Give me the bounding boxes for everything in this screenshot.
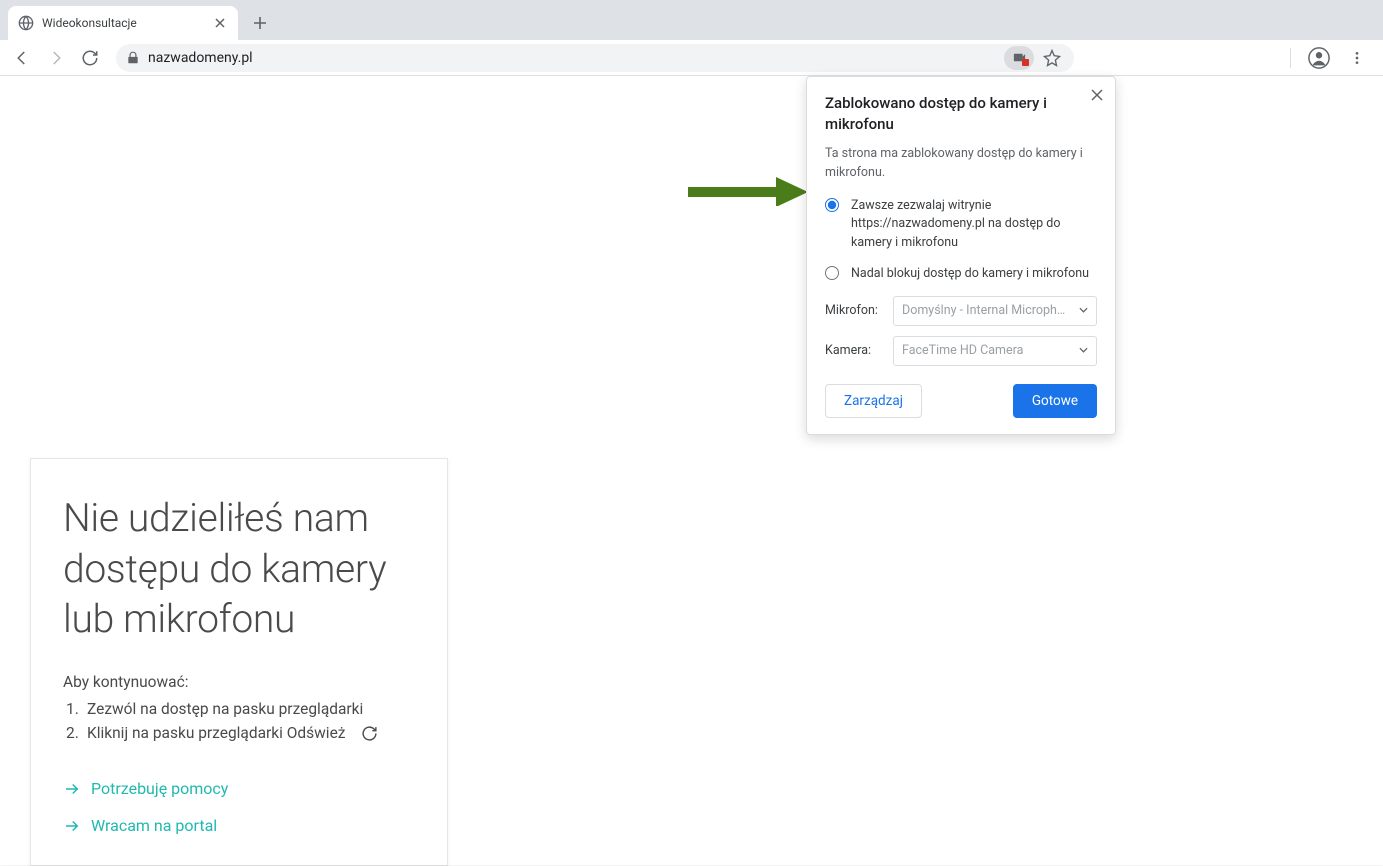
profile-icon[interactable] (1305, 44, 1333, 72)
card-subtitle: Aby kontynuować: (63, 673, 415, 691)
popup-description: Ta strona ma zablokowany dostęp do kamer… (825, 145, 1097, 183)
new-tab-button[interactable] (246, 9, 274, 37)
forward-button[interactable] (42, 44, 70, 72)
address-bar[interactable]: nazwadomeny.pl (116, 44, 1074, 72)
permission-denied-card: Nie udzieliłeś nam dostępu do kamery lub… (30, 458, 448, 866)
blocked-dot-icon (1022, 59, 1029, 66)
popup-close-button[interactable] (1087, 85, 1107, 105)
done-button-label: Gotowe (1032, 393, 1078, 409)
step-number: 2. (66, 721, 82, 745)
camera-blocked-indicator[interactable] (1004, 46, 1034, 70)
close-tab-icon[interactable] (212, 15, 228, 31)
step-text: Kliknij na pasku przeglądarki Odśwież (87, 721, 346, 745)
mic-label: Mikrofon: (825, 303, 883, 318)
list-item: 1. Zezwól na dostęp na pasku przeglądark… (66, 697, 415, 721)
browser-toolbar: nazwadomeny.pl (0, 40, 1383, 76)
back-to-portal-link[interactable]: Wracam na portal (63, 816, 415, 835)
mic-select[interactable]: Domyślny - Internal Microph… (893, 296, 1097, 326)
card-heading: Nie udzieliłeś nam dostępu do kamery lub… (63, 493, 415, 645)
step-text: Zezwól na dostęp na pasku przeglądarki (87, 697, 363, 721)
instruction-arrow-icon (688, 176, 808, 206)
radio-block-label: Nadal blokuj dostęp do kamery i mikrofon… (851, 265, 1089, 284)
radio-allow-label: Zawsze zezwalaj witrynie https://nazwado… (851, 197, 1097, 253)
tab-strip: Wideokonsultacje (0, 0, 1383, 40)
done-button[interactable]: Gotowe (1013, 384, 1097, 418)
more-menu-icon[interactable] (1343, 44, 1371, 72)
arrow-right-icon (63, 780, 81, 798)
toolbar-separator (1290, 48, 1291, 68)
browser-tab[interactable]: Wideokonsultacje (8, 6, 238, 40)
tab-title: Wideokonsultacje (42, 16, 204, 30)
reload-icon (361, 725, 378, 742)
chevron-down-icon (1079, 343, 1088, 358)
card-steps-list: 1. Zezwól na dostęp na pasku przeglądark… (63, 697, 415, 745)
help-link-label: Potrzebuję pomocy (91, 779, 228, 798)
lock-icon (126, 51, 140, 65)
cam-select-value: FaceTime HD Camera (902, 343, 1023, 358)
manage-button[interactable]: Zarządzaj (825, 384, 922, 418)
manage-button-label: Zarządzaj (844, 393, 903, 409)
step-number: 1. (66, 697, 82, 721)
back-link-label: Wracam na portal (91, 816, 217, 835)
radio-block-row[interactable]: Nadal blokuj dostęp do kamery i mikrofon… (825, 265, 1097, 284)
radio-allow-row[interactable]: Zawsze zezwalaj witrynie https://nazwado… (825, 197, 1097, 253)
cam-label: Kamera: (825, 343, 883, 358)
globe-icon (18, 15, 34, 31)
list-item: 2. Kliknij na pasku przeglądarki Odśwież (66, 721, 415, 745)
mic-select-value: Domyślny - Internal Microph… (902, 303, 1065, 318)
reload-button[interactable] (76, 44, 104, 72)
cam-select[interactable]: FaceTime HD Camera (893, 336, 1097, 366)
chevron-down-icon (1079, 303, 1088, 318)
bookmark-star-icon[interactable] (1040, 46, 1064, 70)
radio-block[interactable] (825, 266, 839, 280)
url-text: nazwadomeny.pl (148, 50, 996, 66)
arrow-right-icon (63, 817, 81, 835)
popup-title: Zablokowano dostęp do kamery i mikrofonu (825, 93, 1065, 135)
help-link[interactable]: Potrzebuję pomocy (63, 779, 415, 798)
permission-popup: Zablokowano dostęp do kamery i mikrofonu… (806, 76, 1116, 435)
back-button[interactable] (8, 44, 36, 72)
radio-allow[interactable] (825, 198, 839, 212)
